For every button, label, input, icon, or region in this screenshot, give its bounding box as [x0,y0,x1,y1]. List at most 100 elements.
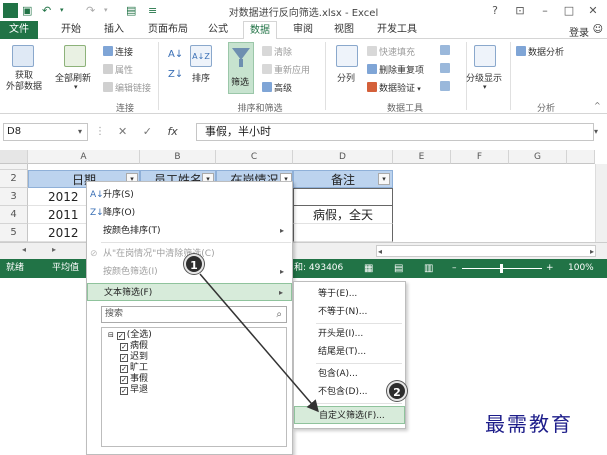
expand-formula-icon[interactable]: ▾ [594,123,598,141]
data-analysis-button[interactable]: 数据分析 [516,45,564,58]
get-external-data-icon[interactable] [12,45,34,67]
cancel-icon[interactable]: ✕ [118,125,127,138]
sort-desc-icon[interactable]: Z↓ [168,69,183,80]
outline-dropdown-icon[interactable]: ▾ [483,83,487,91]
edit-links-button[interactable]: 编辑链接 [103,81,151,94]
tab-page-layout[interactable]: 页面布局 [142,21,194,39]
formula-input[interactable]: 事假，半小时 [196,123,594,141]
close-icon[interactable]: ✕ [585,3,601,18]
tab-file[interactable]: 文件 [0,21,38,39]
column-header-e[interactable]: E [393,150,451,164]
search-icon[interactable]: ⌕ [276,307,282,322]
vertical-scrollbar[interactable] [595,164,607,242]
data-validation-button[interactable]: 数据验证 ▾ [367,81,421,94]
column-header-d[interactable]: D [293,150,393,164]
check-item[interactable]: ✓ 旷工 [108,363,286,374]
checkbox-icon[interactable]: ✓ [120,387,128,395]
check-item[interactable]: ✓ 早退 [108,385,286,396]
zoom-out-icon[interactable]: – [452,259,457,278]
prev-sheet-icon[interactable]: ◂ [22,245,26,254]
remove-duplicates-button[interactable]: 删除重复项 [367,63,424,76]
checkbox-icon[interactable]: ✓ [120,354,128,362]
consolidate-icon[interactable] [440,45,452,57]
checkbox-icon[interactable]: ✓ [120,343,128,351]
user-icon[interactable]: ☺ [593,24,603,35]
properties-button[interactable]: 属性 [103,63,133,76]
tab-home[interactable]: 开始 [56,21,86,39]
collapse-ribbon-icon[interactable]: ^ [594,101,601,110]
zoom-level[interactable]: 100% [568,259,594,278]
split-button[interactable]: 分列 [337,71,355,84]
filter-dropdown-notes[interactable]: ▾ [378,173,390,185]
refresh-all-icon[interactable] [64,45,86,67]
row-header-5[interactable]: 5 [0,224,28,242]
help-button[interactable]: ? [487,3,503,18]
insert-function-icon[interactable]: fx [167,125,177,138]
column-header-f[interactable]: F [451,150,509,164]
enter-icon[interactable]: ✓ [143,125,152,138]
filter-button[interactable]: 筛选 [228,42,254,94]
page-break-view-icon[interactable]: ▥ [424,259,433,278]
select-all-corner[interactable] [0,150,28,164]
check-item[interactable]: ✓ 病假 [108,341,286,352]
submenu-not-equal[interactable]: 不等于(N)... [294,303,405,321]
sort-button[interactable]: 排序 [192,71,210,84]
tab-view[interactable]: 视图 [329,21,359,39]
tab-developer[interactable]: 开发工具 [372,21,422,39]
column-header-g[interactable]: G [509,150,567,164]
tab-data[interactable]: 数据 [243,21,277,40]
scroll-right-icon[interactable]: ▸ [590,246,594,257]
cell-d5[interactable] [293,224,393,242]
cell-d3[interactable] [293,188,393,206]
outline-icon[interactable] [474,45,496,67]
menu-sort-descending[interactable]: Z↓ 降序(O) [87,204,292,222]
flash-fill-button[interactable]: 快速填充 [367,45,415,58]
maximize-icon[interactable]: □ [561,3,577,18]
menu-sort-by-color[interactable]: 按颜色排序(T) ▸ [87,222,292,240]
tab-review[interactable]: 审阅 [288,21,318,39]
submenu-ends-with[interactable]: 结尾是(T)... [294,343,405,361]
clear-button[interactable]: 清除 [262,45,292,58]
split-icon[interactable] [336,45,358,67]
zoom-in-icon[interactable]: + [546,259,554,278]
column-header-a[interactable]: A [28,150,140,164]
column-header-h[interactable] [567,150,595,164]
cell-d4[interactable]: 病假，全天 [293,206,393,224]
name-box-dropdown-icon[interactable]: ▾ [78,123,82,141]
name-box[interactable]: D8 [3,123,88,141]
horizontal-scrollbar[interactable]: ◂ ▸ [376,245,596,257]
filter-search-input[interactable]: 搜索 ⌕ [101,306,287,323]
advanced-button[interactable]: 高级 [262,81,292,94]
ribbon-options-icon[interactable]: ⊡ [512,3,528,18]
refresh-dropdown-icon[interactable]: ▾ [74,83,78,91]
login-link[interactable]: 登录 [569,24,589,39]
reapply-button[interactable]: 重新应用 [262,63,310,76]
submenu-equals[interactable]: 等于(E)... [294,285,405,303]
row-header-4[interactable]: 4 [0,206,28,224]
page-layout-view-icon[interactable]: ▤ [394,259,403,278]
get-external-data-button[interactable]: 获取 外部数据 [4,71,44,93]
scroll-left-icon[interactable]: ◂ [378,246,382,257]
row-header-3[interactable]: 3 [0,188,28,206]
submenu-custom-filter[interactable]: 自定义筛选(F)... [294,406,405,424]
normal-view-icon[interactable]: ▦ [364,259,373,278]
zoom-slider-thumb[interactable] [500,264,503,273]
menu-text-filter[interactable]: 文本筛选(F) ▸ [87,283,292,301]
column-header-c[interactable]: C [216,150,293,164]
menu-sort-ascending[interactable]: A↓ 升序(S) [87,186,292,204]
minimize-icon[interactable]: – [537,3,553,18]
checkbox-icon[interactable]: ✓ [116,332,125,340]
checkbox-icon[interactable]: ✓ [120,365,128,373]
row-header-2[interactable]: 2 [0,170,28,188]
submenu-contains[interactable]: 包含(A)... [294,365,405,383]
check-item[interactable]: ✓ 迟到 [108,352,286,363]
tab-formulas[interactable]: 公式 [203,21,233,39]
column-header-b[interactable]: B [140,150,216,164]
submenu-begins-with[interactable]: 开头是(I)... [294,325,405,343]
filter-value-list[interactable]: ⊟ ✓ (全选) ✓ 病假 ✓ 迟到 ✓ 旷工 ✓ 事假 ✓ 早退 [101,327,287,447]
tab-insert[interactable]: 插入 [99,21,129,39]
check-select-all[interactable]: ⊟ ✓ (全选) [108,330,286,341]
next-sheet-icon[interactable]: ▸ [52,245,56,254]
refresh-all-button[interactable]: 全部刷新 [55,71,91,84]
sort-asc-icon[interactable]: A↓ [168,49,183,60]
